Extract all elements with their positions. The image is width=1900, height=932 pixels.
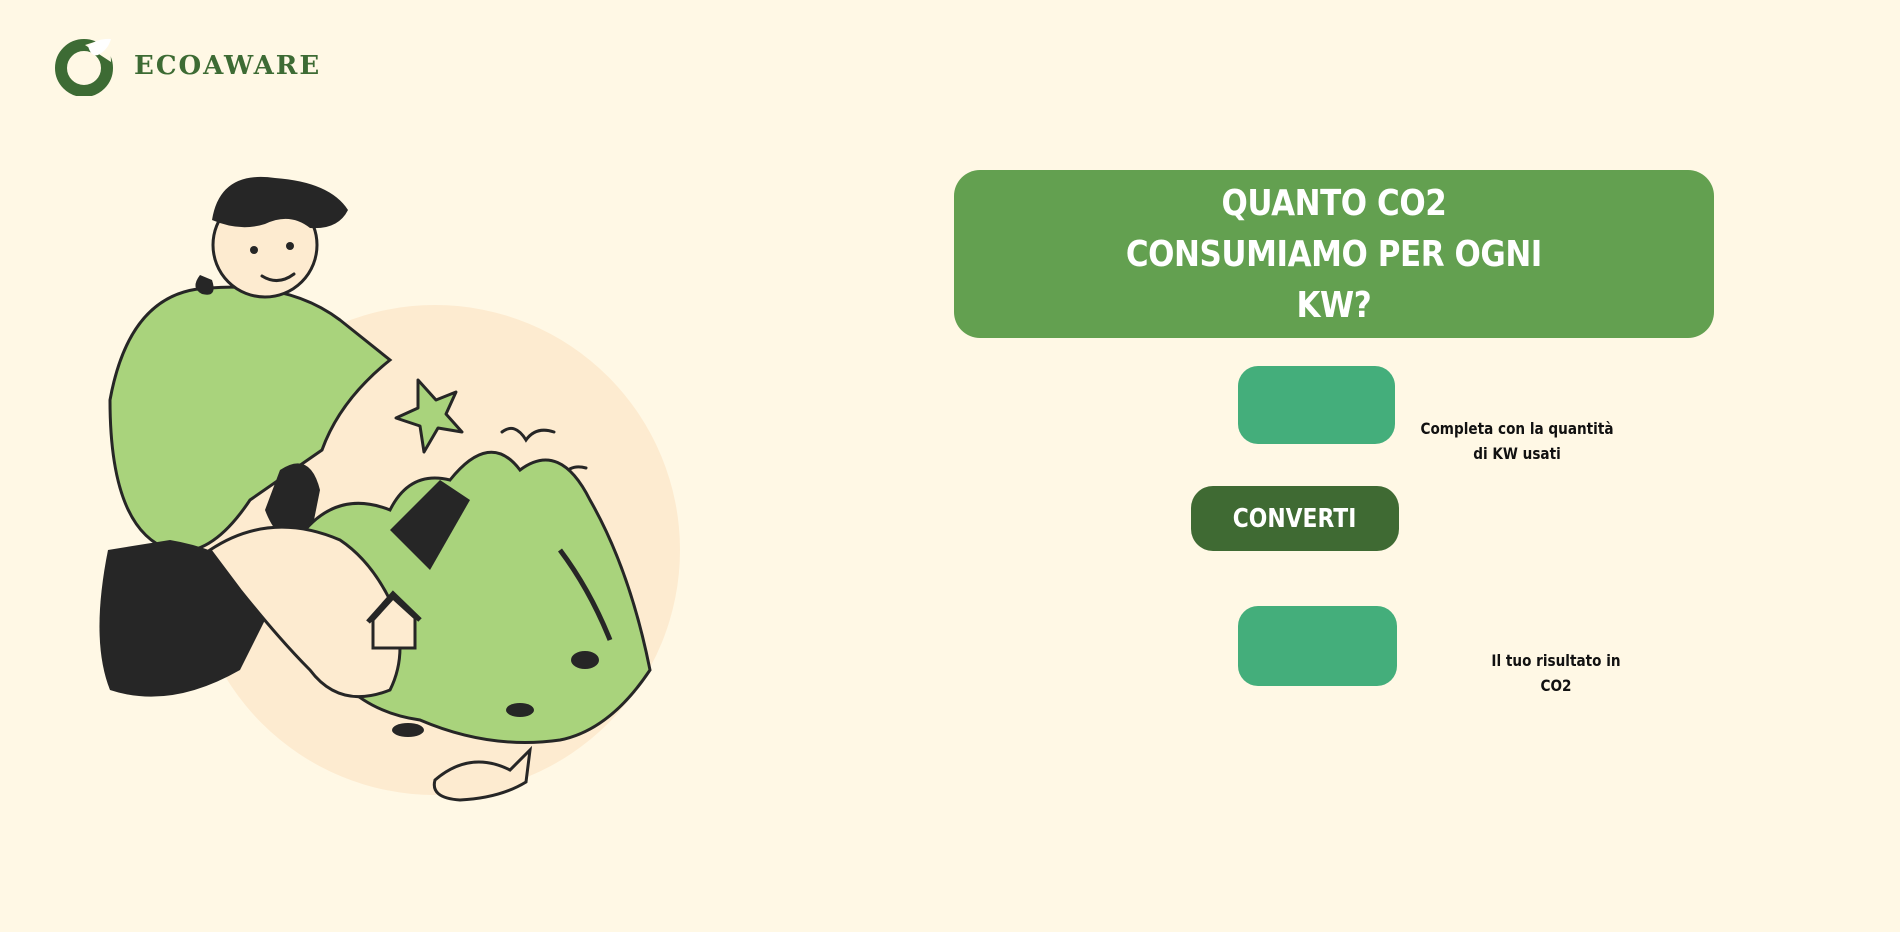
- co2-result-hint: Il tuo risultato in CO2: [1491, 651, 1621, 695]
- converter-title: QUANTO CO2 CONSUMIAMO PER OGNI KW?: [1126, 178, 1542, 331]
- kw-input-hint-line: Completa con la quantità: [1420, 419, 1614, 438]
- kw-input-hint: Completa con la quantità di KW usati: [1418, 416, 1617, 466]
- brand-logo[interactable]: ECOAWARE: [54, 36, 321, 96]
- converter-title-line: CONSUMIAMO PER OGNI: [1125, 233, 1543, 275]
- page: ECOAWARE QUANTO CO2 CONSUMIAMO PER OGNI …: [0, 0, 1900, 932]
- convert-button-label: CONVERTI: [1233, 503, 1357, 534]
- converter-title-banner: QUANTO CO2 CONSUMIAMO PER OGNI KW?: [954, 170, 1714, 338]
- kw-input[interactable]: [1238, 366, 1395, 444]
- co2-result-field[interactable]: [1238, 606, 1397, 686]
- convert-button[interactable]: CONVERTI: [1191, 486, 1399, 551]
- person-cradling-landscape-illustration: [99, 176, 680, 802]
- ecoaware-logo-icon: [55, 37, 113, 96]
- brand-name: ECOAWARE: [134, 51, 322, 81]
- converter-title-line: QUANTO CO2: [1221, 182, 1447, 224]
- kw-input-hint-line: di KW usati: [1473, 444, 1561, 463]
- converter-title-line: KW?: [1296, 284, 1372, 326]
